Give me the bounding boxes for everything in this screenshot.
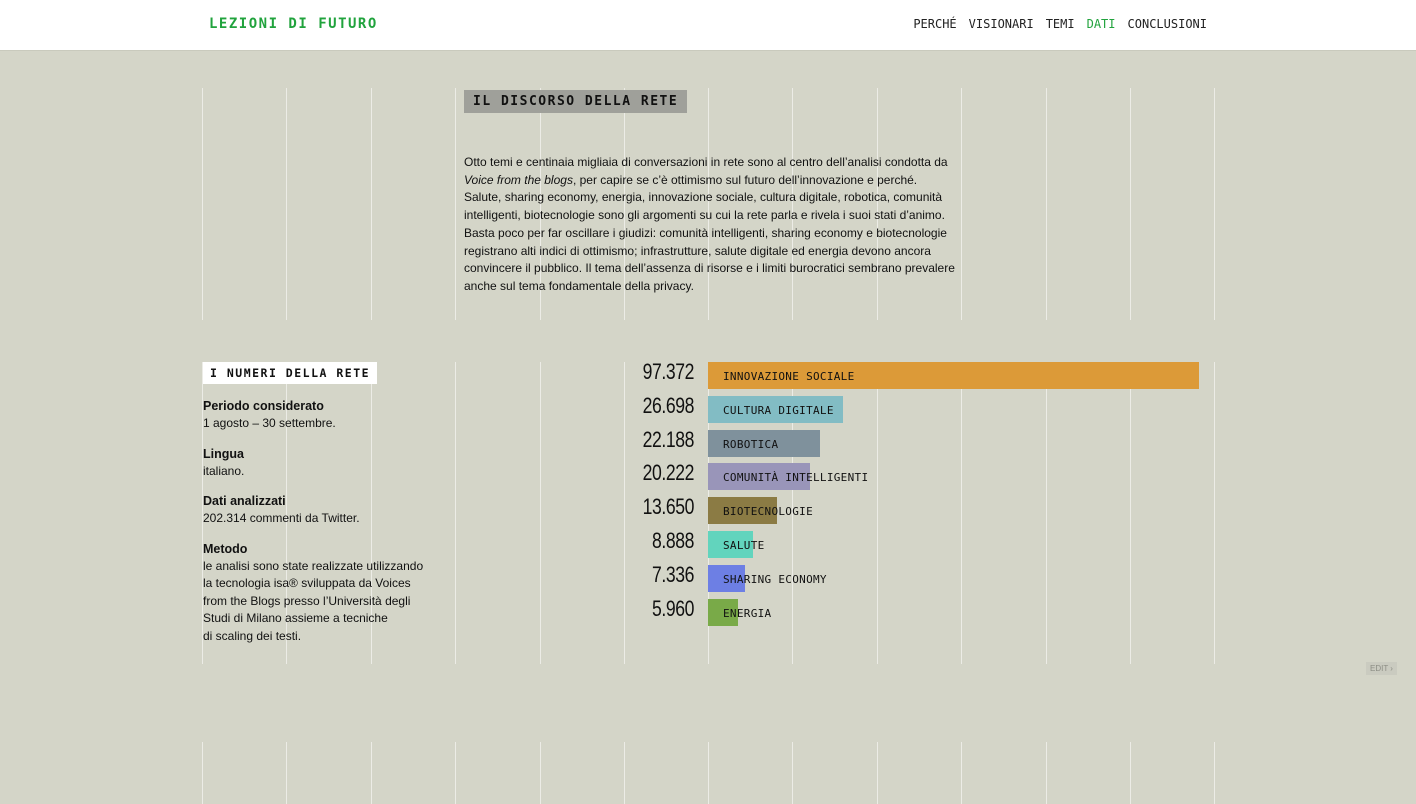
bar-value-label: 7.336	[651, 561, 694, 587]
bar-value-label: 8.888	[651, 528, 694, 553]
bar-row: 26.698 CULTURA DIGITALE	[0, 392, 1416, 423]
bar-category-label: COMUNITÀ INTELLIGENTI	[723, 471, 869, 485]
bar-value-label: 13.650	[642, 494, 695, 520]
bar-value-label: 97.372	[642, 359, 695, 384]
bar-row: 7.336 SHARING ECONOMY	[0, 561, 1416, 592]
bar-category-label: CULTURA DIGITALE	[723, 403, 834, 417]
bar-category-label: ROBOTICA	[723, 437, 779, 451]
bar-category-label: SHARING ECONOMY	[723, 572, 827, 586]
bar-value-label: 5.960	[651, 595, 694, 621]
topic-bar-chart: 97.372 INNOVAZIONE SOCIALE 26.698 CULTURA D…	[0, 0, 1416, 804]
bar-value-label: 20.222	[642, 460, 695, 486]
bar-row: 13.650 BIOTECNOLOGIE	[0, 494, 1416, 525]
bar-row: 20.222 COMUNITÀ INTELLIGENTI	[0, 460, 1416, 491]
bar-value-label: 26.698	[642, 392, 695, 418]
bar-row: 8.888 SALUTE	[0, 528, 1416, 558]
bar-value-label: 22.188	[642, 426, 695, 452]
bar-category-label: INNOVAZIONE SOCIALE	[723, 370, 855, 383]
bar-category-label: BIOTECNOLOGIE	[723, 505, 813, 519]
bar-category-label: SALUTE	[723, 539, 765, 552]
edit-button[interactable]: EDIT ›	[1366, 662, 1397, 675]
bar-row: 22.188 ROBOTICA	[0, 426, 1416, 457]
bar-row: 5.960 ENERGIA	[0, 595, 1416, 626]
bar-category-label: ENERGIA	[723, 606, 772, 620]
bar-row: 97.372 INNOVAZIONE SOCIALE	[0, 359, 1416, 389]
